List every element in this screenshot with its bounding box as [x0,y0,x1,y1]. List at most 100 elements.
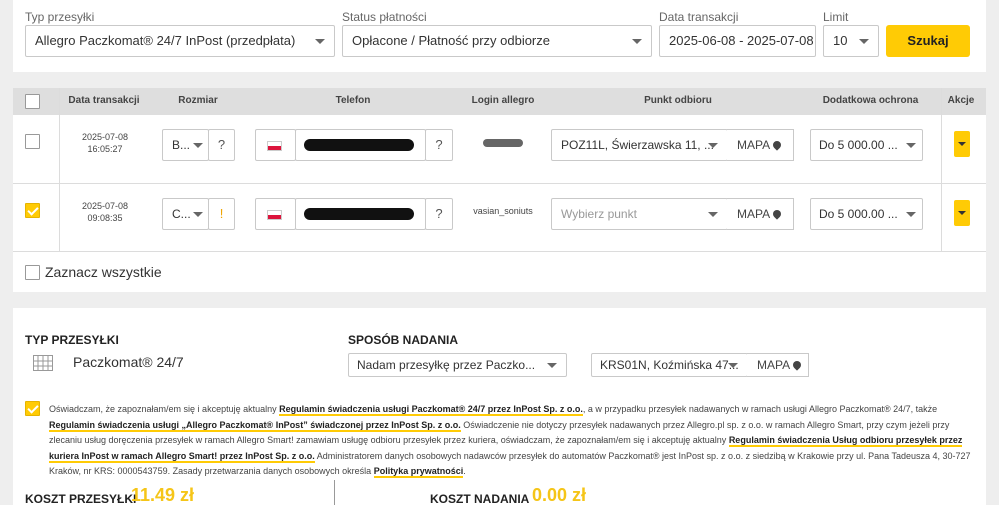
payment-filter-select[interactable]: Opłacone / Płatność przy odbiorze [342,25,652,57]
map-label: MAPA [757,358,791,372]
size-value: C... [172,207,191,221]
filter-panel: Typ przesyłki Allegro Paczkomat® 24/7 In… [13,0,986,72]
protection-select[interactable]: Do 5 000.00 ... [810,129,923,161]
sending-method-title: SPOSÓB NADANIA [348,333,459,347]
terms-link-allegro-paczkomat[interactable]: Regulamin świadczenia usługi „Allegro Pa… [49,419,461,432]
consent-text-part: . [463,466,466,476]
shipment-type-value: Paczkomat® 24/7 [73,354,184,370]
time-text: 16:05:27 [87,144,123,154]
shipping-cost-value: 11.49 zł [131,485,195,505]
chevron-down-icon [193,212,203,217]
payment-filter-label: Status płatności [342,10,427,24]
column-header-phone: Telefon [335,95,371,106]
size-warning-button[interactable]: ! [208,198,235,230]
map-pin-icon [771,208,783,220]
sending-cost-value: 0.00 zł [532,485,587,505]
column-header-protection: Dodatkowa ochrona [822,95,919,106]
phone-help-button[interactable]: ? [425,198,453,230]
transaction-date: 2025-07-08 09:08:35 [65,200,145,224]
phone-input[interactable] [295,198,426,230]
table-header: Data transakcji Rozmiar Telefon Login al… [13,88,986,115]
sending-cost-label: KOSZT NADANIA [430,492,530,505]
column-header-pickup: Punkt odbioru [644,95,712,106]
redacted-login [483,139,523,147]
protection-value: Do 5 000.00 ... [819,207,898,221]
type-filter-select[interactable]: Allegro Paczkomat® 24/7 InPost (przedpła… [25,25,335,57]
shipments-table: Data transakcji Rozmiar Telefon Login al… [13,88,986,292]
map-button[interactable]: MAPA [727,129,794,161]
select-all-checkbox[interactable] [25,265,40,280]
pickup-point-select[interactable]: POZ11L, Świerzawska 11, ... [551,129,728,161]
consent-checkbox[interactable] [25,401,40,416]
pickup-point-value: POZ11L, Świerzawska 11, ... [561,138,714,152]
chevron-down-icon [315,39,325,44]
privacy-policy-link[interactable]: Polityka prywatności [373,466,464,478]
protection-select[interactable]: Do 5 000.00 ... [810,198,923,230]
shipping-cost-label: KOSZT PRZESYŁKI [25,492,137,505]
consent-text-part: Oświadczam, że zapoznałam/em się i akcep… [49,404,280,414]
column-header-date: Data transakcji [68,95,140,106]
size-help-button[interactable]: ? [208,129,235,161]
map-button[interactable]: MAPA [727,198,794,230]
row-divider [13,183,986,184]
map-label: MAPA [737,138,771,152]
date-text: 2025-07-08 [81,132,129,142]
terms-link-paczkomat[interactable]: Regulamin świadczenia usługi Paczkomat® … [279,404,583,416]
chevron-down-icon [728,363,738,368]
country-code-select[interactable] [255,129,296,161]
chevron-down-icon [906,212,916,217]
row-checkbox[interactable] [25,134,40,149]
allegro-login: vasian_soniuts [473,206,533,216]
chevron-down-icon [859,39,869,44]
redacted-phone [304,139,414,151]
limit-select[interactable]: 10 [823,25,879,57]
phone-input[interactable] [295,129,426,161]
column-divider [59,88,60,252]
consent-text-part: , a w przypadku przesyłek nadawanych w r… [582,404,938,414]
shipment-type-title: TYP PRZESYŁKI [25,333,119,347]
column-header-actions: Akcje [947,95,975,106]
row-actions-button[interactable] [954,131,970,157]
type-filter-label: Typ przesyłki [25,10,95,24]
chevron-down-icon [708,212,718,217]
select-all-label[interactable]: Zaznacz wszystkie [45,264,162,280]
sending-map-button[interactable]: MAPA [747,353,809,377]
limit-filter-label: Limit [823,10,849,24]
chevron-down-icon [708,143,718,148]
pickup-point-placeholder: Wybierz punkt [561,207,637,221]
size-select[interactable]: C... [162,198,209,230]
sending-method-select[interactable]: Nadam przesyłkę przez Paczko... [348,353,567,377]
shipment-settings-panel: TYP PRZESYŁKI Paczkomat® 24/7 SPOSÓB NAD… [13,308,986,505]
redacted-phone [304,208,414,220]
row-checkbox[interactable] [25,203,40,218]
phone-help-button[interactable]: ? [425,129,453,161]
limit-value: 10 [833,33,848,48]
chevron-down-icon [193,143,203,148]
parcel-locker-icon [33,355,53,371]
size-select[interactable]: B... [162,129,209,161]
row-divider [13,251,986,252]
map-pin-icon [791,359,803,371]
pickup-point-select[interactable]: Wybierz punkt [551,198,728,230]
column-header-login: Login allegro [471,95,535,106]
poland-flag-icon [267,210,282,220]
chevron-down-icon [632,39,642,44]
chevron-down-icon [547,363,557,368]
cost-divider [334,480,335,505]
payment-filter-value: Opłacone / Płatność przy odbiorze [352,33,550,48]
date-text: 2025-07-08 [81,201,129,211]
sending-point-select[interactable]: KRS01N, Koźmińska 47... [591,353,748,377]
header-checkbox[interactable] [25,94,40,109]
map-pin-icon [771,139,783,151]
date-range-input[interactable]: 2025-06-08 - 2025-07-08 [659,25,816,57]
poland-flag-icon [267,141,282,151]
protection-value: Do 5 000.00 ... [819,138,898,152]
search-button[interactable]: Szukaj [886,25,970,57]
row-actions-button[interactable] [954,200,970,226]
column-header-size: Rozmiar [178,95,218,106]
type-filter-value: Allegro Paczkomat® 24/7 InPost (przedpła… [35,33,296,48]
country-code-select[interactable] [255,198,296,230]
map-label: MAPA [737,207,771,221]
sending-point-value: KRS01N, Koźmińska 47... [600,358,739,372]
consent-text: Oświadczam, że zapoznałam/em się i akcep… [49,402,979,480]
